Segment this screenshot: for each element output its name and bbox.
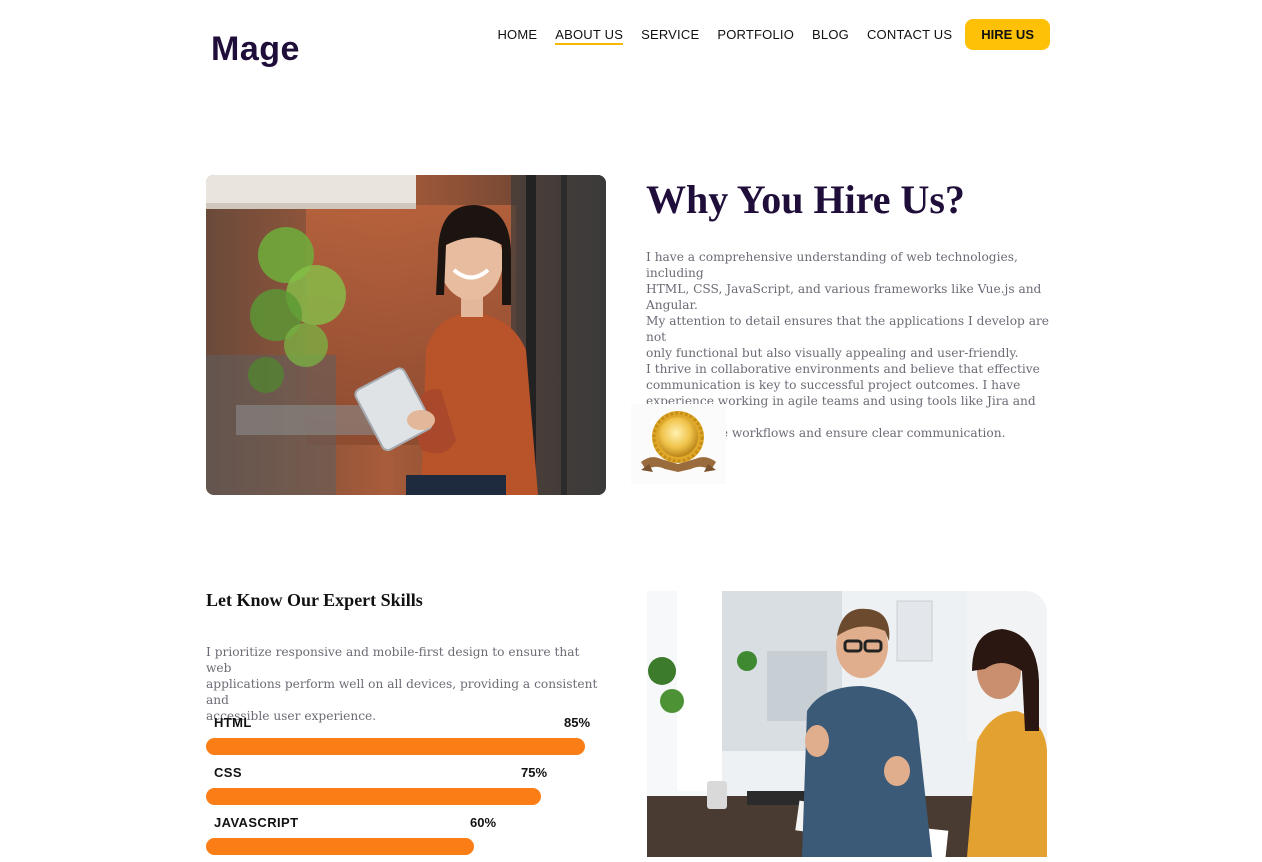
why-hire-us-title: Why You Hire Us? (646, 177, 965, 222)
nav-service[interactable]: SERVICE (641, 27, 699, 42)
nav-blog[interactable]: BLOG (812, 27, 849, 42)
skill-name: HTML (214, 715, 252, 730)
skill-progress-bar (206, 788, 541, 805)
skill-css: CSS 75% (206, 765, 606, 815)
paragraph-line: I prioritize responsive and mobile-first… (206, 645, 580, 675)
nav-portfolio[interactable]: PORTFOLIO (717, 27, 794, 42)
skill-percent: 75% (521, 765, 548, 780)
skill-percent: 60% (470, 815, 497, 830)
hire-us-button[interactable]: HIRE US (965, 19, 1050, 50)
skill-javascript: JAVASCRIPT 60% (206, 815, 606, 862)
paragraph-line: My attention to detail ensures that the … (646, 314, 1050, 344)
paragraph-line: applications perform well on all devices… (206, 677, 598, 707)
nav-contact-us[interactable]: CONTACT US (867, 27, 952, 42)
main-nav: HOME ABOUT US SERVICE PORTFOLIO BLOG CON… (479, 19, 1050, 50)
paragraph-line: communication is key to successful proje… (646, 378, 1021, 392)
skill-html: HTML 85% (206, 715, 606, 765)
nav-about-us[interactable]: ABOUT US (555, 27, 623, 45)
team-meeting-photo (647, 591, 1047, 857)
nav-home[interactable]: HOME (497, 27, 537, 42)
skills-title: Let Know Our Expert Skills (206, 590, 423, 610)
skill-progress-bar (206, 838, 474, 855)
skill-percent: 85% (564, 715, 591, 730)
award-badge-icon (631, 404, 726, 484)
skill-progress-bar (206, 738, 585, 755)
skill-name: CSS (214, 765, 242, 780)
skills-paragraph: I prioritize responsive and mobile-first… (206, 644, 606, 724)
paragraph-line: I have a comprehensive understanding of … (646, 250, 1018, 280)
site-logo[interactable]: Mage (211, 30, 300, 69)
woman-with-tablet-photo (206, 175, 606, 495)
skill-name: JAVASCRIPT (214, 815, 299, 830)
paragraph-line: only functional but also visually appeal… (646, 346, 1019, 360)
paragraph-line: HTML, CSS, JavaScript, and various frame… (646, 282, 1042, 312)
page: Mage HOME ABOUT US SERVICE PORTFOLIO BLO… (0, 0, 1262, 862)
paragraph-line: I thrive in collaborative environments a… (646, 362, 1040, 376)
